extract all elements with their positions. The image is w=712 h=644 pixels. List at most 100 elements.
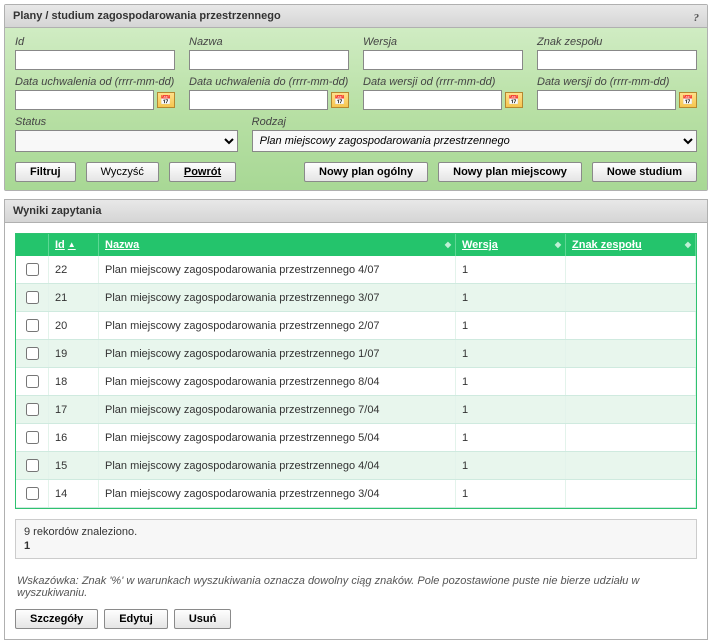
cell-id: 20	[49, 312, 99, 340]
row-checkbox[interactable]	[26, 403, 39, 416]
cell-nazwa: Plan miejscowy zagospodarowania przestrz…	[99, 480, 456, 508]
rodzaj-select[interactable]: Plan miejscowy zagospodarowania przestrz…	[252, 130, 697, 152]
cell-znak	[566, 424, 696, 452]
znak-input[interactable]	[537, 50, 697, 70]
row-checkbox[interactable]	[26, 263, 39, 276]
row-checkbox[interactable]	[26, 431, 39, 444]
cell-znak	[566, 256, 696, 284]
hint-label: Wskazówka:	[17, 575, 79, 587]
cell-nazwa: Plan miejscowy zagospodarowania przestrz…	[99, 396, 456, 424]
wyczysc-button[interactable]: Wyczyść	[86, 162, 159, 182]
calendar-icon[interactable]: 📅	[331, 92, 349, 108]
cell-znak	[566, 340, 696, 368]
cell-znak	[566, 368, 696, 396]
edytuj-button[interactable]: Edytuj	[104, 609, 168, 629]
powrot-button[interactable]: Powrót	[169, 162, 236, 182]
results-panel: Wyniki zapytania Id Nazwa ◆ Wersja ◆ Znak …	[4, 199, 708, 640]
table-row[interactable]: 22Plan miejscowy zagospodarowania przest…	[16, 256, 696, 284]
col-wersja-label: Wersja	[462, 239, 498, 251]
row-checkbox[interactable]	[26, 459, 39, 472]
cell-wersja: 1	[456, 312, 566, 340]
filter-title: Plany / studium zagospodarowania przestr…	[13, 10, 281, 22]
table-row[interactable]: 15Plan miejscowy zagospodarowania przest…	[16, 452, 696, 480]
cell-id: 19	[49, 340, 99, 368]
cell-znak	[566, 284, 696, 312]
row-select-cell	[16, 424, 49, 452]
usun-button[interactable]: Usuń	[174, 609, 232, 629]
znak-label: Znak zespołu	[537, 36, 697, 48]
col-id[interactable]: Id	[49, 234, 99, 256]
cell-wersja: 1	[456, 480, 566, 508]
cell-znak	[566, 312, 696, 340]
row-select-cell	[16, 256, 49, 284]
cell-wersja: 1	[456, 368, 566, 396]
data-wer-do-input[interactable]	[537, 90, 676, 110]
summary-box: 9 rekordów znaleziono. 1	[15, 519, 697, 559]
col-znak[interactable]: Znak zespołu ◆	[566, 234, 696, 256]
nowy-ogolny-button[interactable]: Nowy plan ogólny	[304, 162, 428, 182]
wersja-input[interactable]	[363, 50, 523, 70]
id-label: Id	[15, 36, 175, 48]
cell-znak	[566, 452, 696, 480]
row-select-cell	[16, 480, 49, 508]
results-title: Wyniki zapytania	[5, 200, 707, 223]
status-select[interactable]	[15, 130, 238, 152]
sort-handle-icon[interactable]: ◆	[555, 242, 561, 248]
help-icon[interactable]: ?	[694, 12, 700, 24]
filtruj-button[interactable]: Filtruj	[15, 162, 76, 182]
table-row[interactable]: 19Plan miejscowy zagospodarowania przest…	[16, 340, 696, 368]
cell-nazwa: Plan miejscowy zagospodarowania przestrz…	[99, 256, 456, 284]
table-row[interactable]: 21Plan miejscowy zagospodarowania przest…	[16, 284, 696, 312]
rodzaj-label: Rodzaj	[252, 116, 697, 128]
nowe-studium-button[interactable]: Nowe studium	[592, 162, 697, 182]
cell-nazwa: Plan miejscowy zagospodarowania przestrz…	[99, 368, 456, 396]
calendar-icon[interactable]: 📅	[679, 92, 697, 108]
hint-body: Znak '%' w warunkach wyszukiwania oznacz…	[17, 575, 639, 599]
row-checkbox[interactable]	[26, 347, 39, 360]
id-input[interactable]	[15, 50, 175, 70]
cell-znak	[566, 396, 696, 424]
nazwa-label: Nazwa	[189, 36, 349, 48]
wersja-label: Wersja	[363, 36, 523, 48]
row-select-cell	[16, 312, 49, 340]
cell-id: 17	[49, 396, 99, 424]
cell-id: 18	[49, 368, 99, 396]
row-checkbox[interactable]	[26, 291, 39, 304]
col-znak-label: Znak zespołu	[572, 239, 642, 251]
cell-nazwa: Plan miejscowy zagospodarowania przestrz…	[99, 312, 456, 340]
calendar-icon[interactable]: 📅	[157, 92, 175, 108]
row-checkbox[interactable]	[26, 375, 39, 388]
szczegoly-button[interactable]: Szczegóły	[15, 609, 98, 629]
data-wer-do-label: Data wersji do (rrrr-mm-dd)	[537, 76, 697, 88]
col-wersja[interactable]: Wersja ◆	[456, 234, 566, 256]
data-uchw-do-input[interactable]	[189, 90, 328, 110]
table-row[interactable]: 14Plan miejscowy zagospodarowania przest…	[16, 480, 696, 508]
nowy-miejscowy-button[interactable]: Nowy plan miejscowy	[438, 162, 582, 182]
col-checkbox	[16, 234, 49, 256]
page-number: 1	[24, 540, 688, 552]
cell-id: 15	[49, 452, 99, 480]
table-row[interactable]: 20Plan miejscowy zagospodarowania przest…	[16, 312, 696, 340]
nazwa-input[interactable]	[189, 50, 349, 70]
row-select-cell	[16, 284, 49, 312]
cell-wersja: 1	[456, 396, 566, 424]
table-row[interactable]: 17Plan miejscowy zagospodarowania przest…	[16, 396, 696, 424]
filter-body: Id Nazwa Wersja Znak zespołu Data uchwal…	[5, 28, 707, 190]
table-row[interactable]: 18Plan miejscowy zagospodarowania przest…	[16, 368, 696, 396]
col-nazwa-label: Nazwa	[105, 239, 139, 251]
cell-wersja: 1	[456, 340, 566, 368]
row-checkbox[interactable]	[26, 487, 39, 500]
sort-handle-icon[interactable]: ◆	[445, 242, 451, 248]
row-select-cell	[16, 368, 49, 396]
data-wer-od-input[interactable]	[363, 90, 502, 110]
row-select-cell	[16, 396, 49, 424]
cell-id: 22	[49, 256, 99, 284]
table-row[interactable]: 16Plan miejscowy zagospodarowania przest…	[16, 424, 696, 452]
data-uchw-od-input[interactable]	[15, 90, 154, 110]
cell-wersja: 1	[456, 452, 566, 480]
hint-text: Wskazówka: Znak '%' w warunkach wyszukiw…	[5, 569, 707, 605]
calendar-icon[interactable]: 📅	[505, 92, 523, 108]
col-nazwa[interactable]: Nazwa ◆	[99, 234, 456, 256]
row-checkbox[interactable]	[26, 319, 39, 332]
sort-handle-icon[interactable]: ◆	[685, 242, 691, 248]
